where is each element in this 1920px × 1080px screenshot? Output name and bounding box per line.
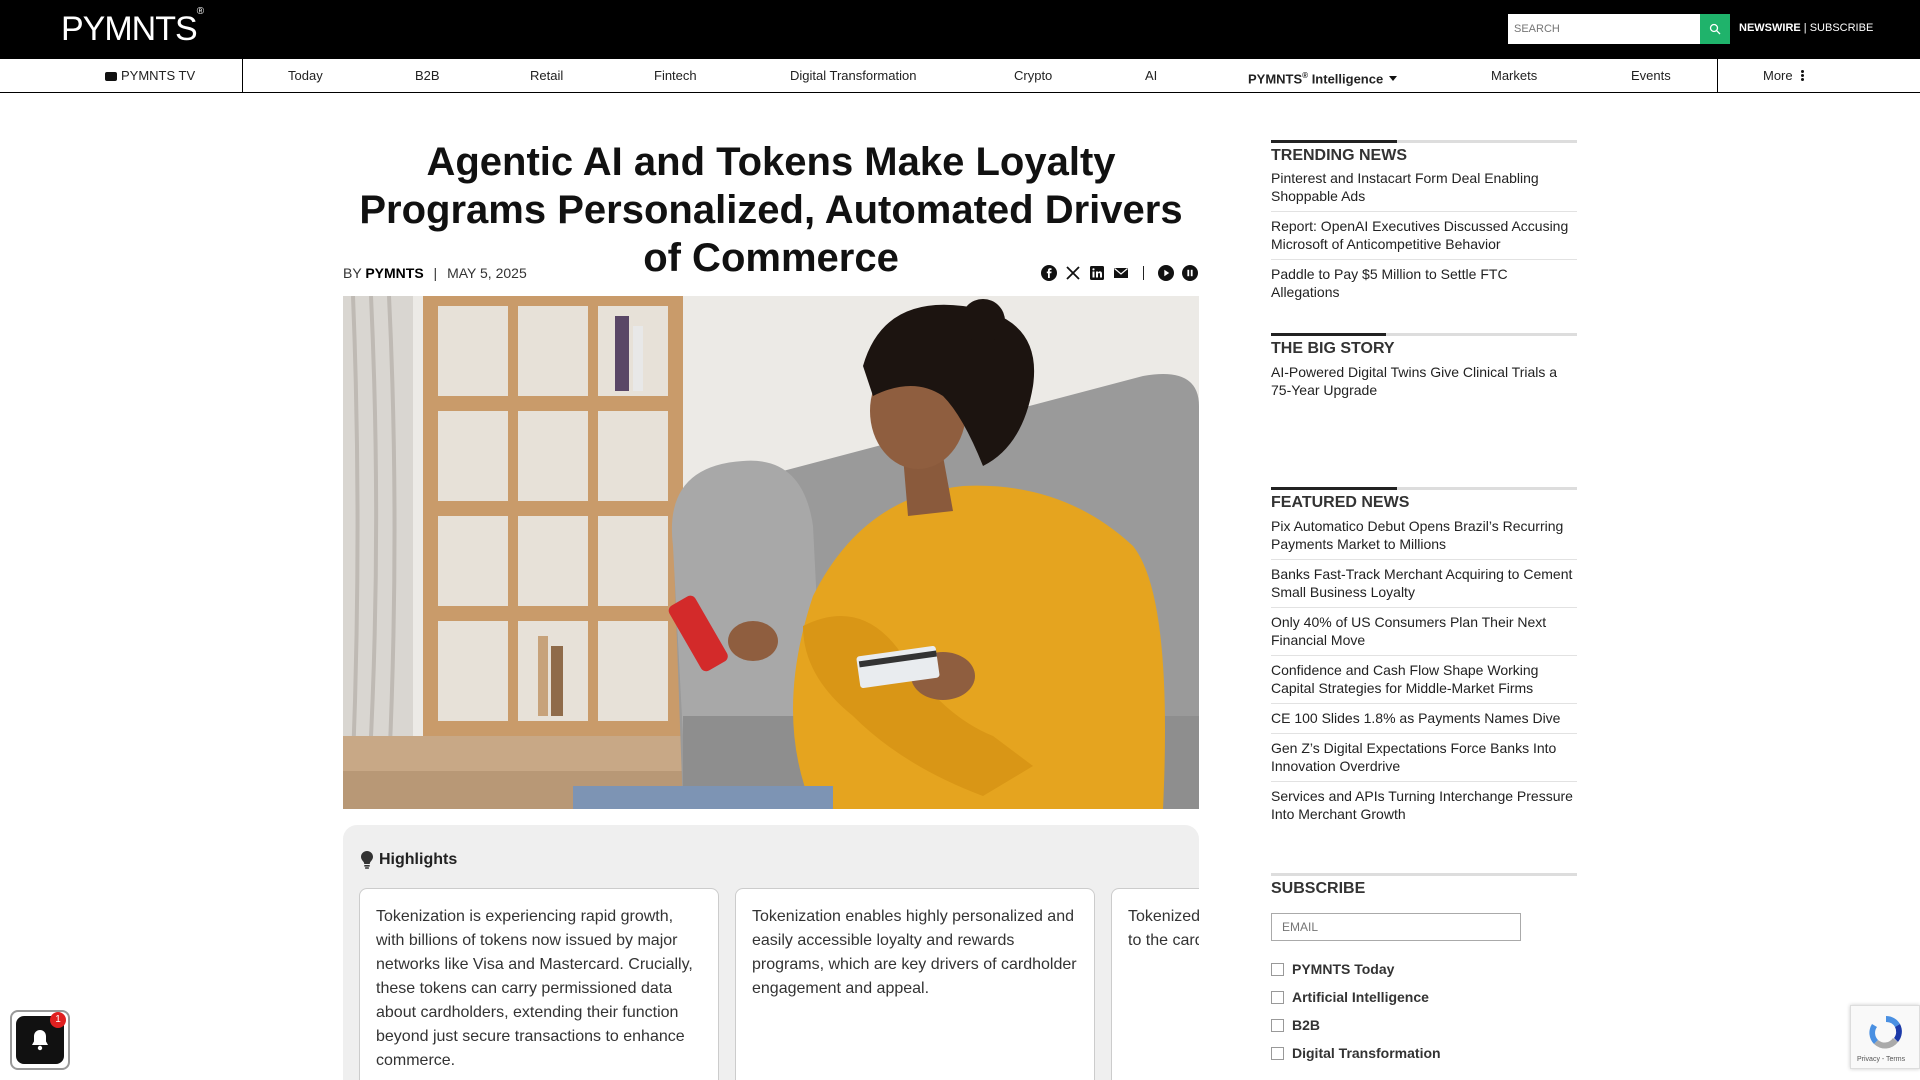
pause-icon[interactable]	[1182, 265, 1198, 281]
main-nav: PYMNTS TV Today B2B Retail Fintech Digit…	[0, 58, 1920, 93]
heading-accent	[1271, 333, 1386, 336]
lightbulb-icon	[361, 851, 373, 869]
featured-news-heading: FEATURED NEWS	[1271, 487, 1577, 512]
heading-accent	[1271, 487, 1397, 490]
checkbox[interactable]	[1271, 962, 1284, 976]
article-title: Agentic AI and Tokens Make Loyalty Progr…	[359, 140, 1183, 280]
big-story-item[interactable]: AI-Powered Digital Twins Give Clinical T…	[1271, 358, 1577, 405]
checkbox[interactable]	[1271, 1046, 1284, 1060]
subscribe-heading: SUBSCRIBE	[1271, 873, 1577, 898]
big-story-list: AI-Powered Digital Twins Give Clinical T…	[1271, 358, 1577, 405]
highlight-text: Tokenized become m with consu and marke …	[1128, 908, 1199, 949]
nav-item-crypto[interactable]: Crypto	[1014, 59, 1052, 93]
highlight-text: Tokenization is experiencing rapid growt…	[376, 908, 693, 1069]
featured-news-item[interactable]: Only 40% of US Consumers Plan Their Next…	[1271, 608, 1577, 656]
woman-with-phone-and-card-image	[343, 296, 1199, 809]
notification-badge: 1	[50, 1012, 66, 1028]
play-icon[interactable]	[1158, 265, 1174, 281]
top-bar: PYMNTS® NEWSWIRE | SUBSCRIBE	[0, 0, 1920, 58]
featured-news-item[interactable]: Gen Z’s Digital Expectations Force Banks…	[1271, 734, 1577, 782]
linkedin-icon[interactable]	[1089, 265, 1105, 281]
nav-item-ai[interactable]: AI	[1145, 59, 1157, 93]
x-icon[interactable]	[1065, 265, 1081, 281]
highlight-card: Tokenization is experiencing rapid growt…	[359, 888, 719, 1080]
top-links: NEWSWIRE | SUBSCRIBE	[1739, 22, 1873, 34]
featured-news-list: Pix Automatico Debut Opens Brazil’s Recu…	[1271, 512, 1577, 829]
nav-item-events[interactable]: Events	[1631, 59, 1671, 93]
search-input[interactable]	[1508, 14, 1701, 44]
top-links-separator: |	[1800, 22, 1810, 34]
newswire-link[interactable]: NEWSWIRE	[1739, 22, 1801, 34]
highlights-heading: Highlights	[361, 851, 457, 869]
newsletter-option[interactable]: PYMNTS Today	[1271, 955, 1441, 983]
facebook-icon[interactable]	[1041, 265, 1057, 281]
featured-news-item[interactable]: Banks Fast-Track Merchant Acquiring to C…	[1271, 560, 1577, 608]
more-dots-icon	[1800, 69, 1804, 82]
featured-news-item[interactable]: Confidence and Cash Flow Shape Working C…	[1271, 656, 1577, 704]
search-box	[1508, 14, 1730, 44]
big-story-title: THE BIG STORY	[1271, 340, 1395, 357]
email-field[interactable]	[1271, 913, 1521, 941]
highlights-panel: Highlights Tokenization is experiencing …	[343, 825, 1199, 1080]
nav-divider	[1717, 59, 1718, 93]
search-icon	[1709, 23, 1721, 35]
tv-icon	[105, 72, 117, 81]
byline: BY PYMNTS | MAY 5, 2025	[343, 265, 527, 281]
nav-divider	[242, 59, 243, 93]
nav-item-more[interactable]: More	[1763, 59, 1804, 93]
subscribe-link[interactable]: SUBSCRIBE	[1810, 22, 1874, 34]
email-icon[interactable]	[1113, 265, 1129, 281]
newsletter-option[interactable]: Digital Transformation	[1271, 1039, 1441, 1067]
recaptcha-icon	[1869, 1015, 1902, 1049]
publish-date: MAY 5, 2025	[447, 265, 527, 281]
search-button[interactable]	[1700, 14, 1730, 44]
recaptcha-badge[interactable]: Privacy - Terms	[1850, 1005, 1920, 1069]
trending-news-title: TRENDING NEWS	[1271, 147, 1407, 164]
hero-image	[343, 296, 1199, 809]
nav-item-pymnts-tv[interactable]: PYMNTS TV	[105, 59, 195, 93]
share-bar	[1041, 263, 1198, 283]
highlights-heading-label: Highlights	[379, 851, 458, 868]
trending-news-item[interactable]: Pinterest and Instacart Form Deal Enabli…	[1271, 164, 1577, 212]
bell-icon	[32, 1030, 48, 1051]
trending-news-heading: TRENDING NEWS	[1271, 140, 1577, 165]
newsletter-option[interactable]: Artificial Intelligence	[1271, 983, 1441, 1011]
nav-item-retail[interactable]: Retail	[530, 59, 563, 93]
share-divider	[1143, 266, 1144, 280]
nav-item-intelligence[interactable]: PYMNTS® Intelligence	[1248, 59, 1398, 93]
featured-news-item[interactable]: CE 100 Slides 1.8% as Payments Names Div…	[1271, 704, 1577, 734]
nav-item-digital-transformation[interactable]: Digital Transformation	[790, 59, 916, 93]
author-link[interactable]: PYMNTS	[365, 265, 423, 281]
checkbox[interactable]	[1271, 990, 1284, 1004]
nav-item-b2b[interactable]: B2B	[415, 59, 440, 93]
chevron-down-icon	[1389, 76, 1398, 82]
trending-news-item[interactable]: Report: OpenAI Executives Discussed Accu…	[1271, 212, 1577, 260]
pymnts-logo[interactable]: PYMNTS®	[61, 6, 204, 49]
highlight-text: Tokenization enables highly personalized…	[752, 908, 1077, 997]
heading-accent	[1271, 140, 1397, 143]
highlight-card: Tokenization enables highly personalized…	[735, 888, 1095, 1080]
trending-news-list: Pinterest and Instacart Form Deal Enabli…	[1271, 164, 1577, 307]
featured-news-item[interactable]: Services and APIs Turning Interchange Pr…	[1271, 782, 1577, 829]
newsletter-checkboxes: PYMNTS Today Artificial Intelligence B2B…	[1271, 955, 1441, 1067]
subscribe-title: SUBSCRIBE	[1271, 880, 1366, 897]
notification-button[interactable]: 1	[10, 1010, 70, 1070]
nav-item-markets[interactable]: Markets	[1491, 59, 1537, 93]
big-story-heading: THE BIG STORY	[1271, 333, 1577, 358]
trending-news-item[interactable]: Paddle to Pay $5 Million to Settle FTC A…	[1271, 260, 1577, 307]
recaptcha-links[interactable]: Privacy - Terms	[1857, 1056, 1905, 1063]
byline-divider: |	[433, 265, 438, 281]
highlight-card: Tokenized become m with consu and marke …	[1111, 888, 1199, 1080]
byline-prefix: BY	[343, 265, 366, 281]
featured-news-title: FEATURED NEWS	[1271, 494, 1410, 511]
nav-item-fintech[interactable]: Fintech	[654, 59, 697, 93]
checkbox[interactable]	[1271, 1018, 1284, 1032]
featured-news-item[interactable]: Pix Automatico Debut Opens Brazil’s Recu…	[1271, 512, 1577, 560]
newsletter-option[interactable]: B2B	[1271, 1011, 1441, 1039]
nav-item-today[interactable]: Today	[288, 59, 323, 93]
